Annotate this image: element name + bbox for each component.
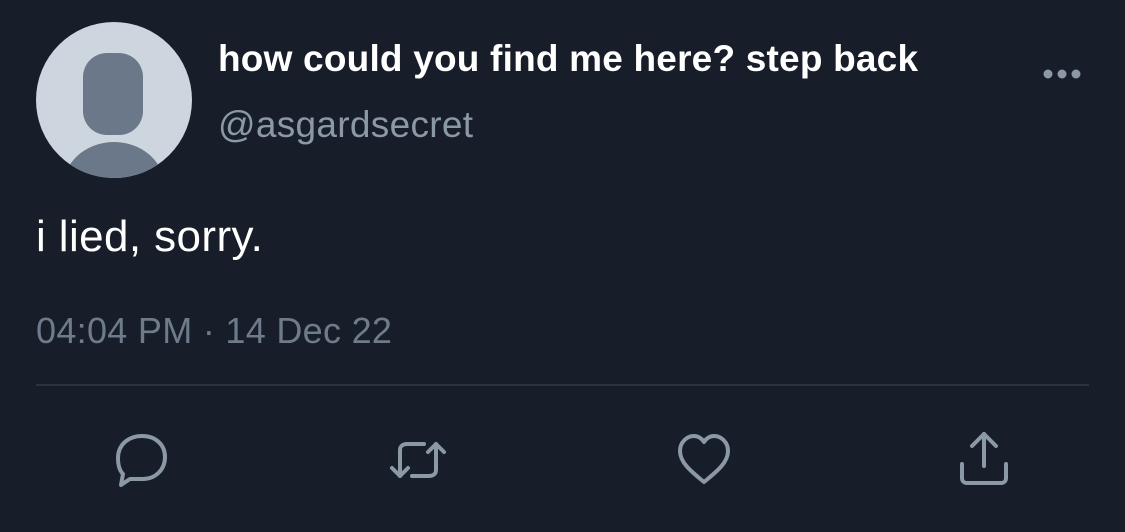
more-options-button[interactable] [1040,62,1084,86]
tweet-text: i lied, sorry. [36,212,264,261]
tweet-date: 14 Dec 22 [225,310,393,351]
tweet-time: 04:04 PM [36,310,193,351]
avatar[interactable] [36,22,192,178]
share-icon [960,432,1008,485]
default-avatar-icon [64,53,164,178]
reply-button[interactable] [110,428,174,492]
heart-icon [678,434,730,484]
more-horizontal-icon [1043,69,1081,79]
display-name[interactable]: how could you find me here? step back [218,38,918,80]
meta-separator: · [202,310,216,351]
retweet-icon [390,442,446,478]
divider [36,384,1089,386]
share-button[interactable] [952,428,1016,492]
reply-icon [116,434,167,487]
tweet-timestamp[interactable]: 04:04 PM · 14 Dec 22 [36,310,392,352]
tweet-card: how could you find me here? step back @a… [0,0,1125,532]
retweet-button[interactable] [386,428,450,492]
like-button[interactable] [672,428,736,492]
user-handle[interactable]: @asgardsecret [218,104,473,146]
